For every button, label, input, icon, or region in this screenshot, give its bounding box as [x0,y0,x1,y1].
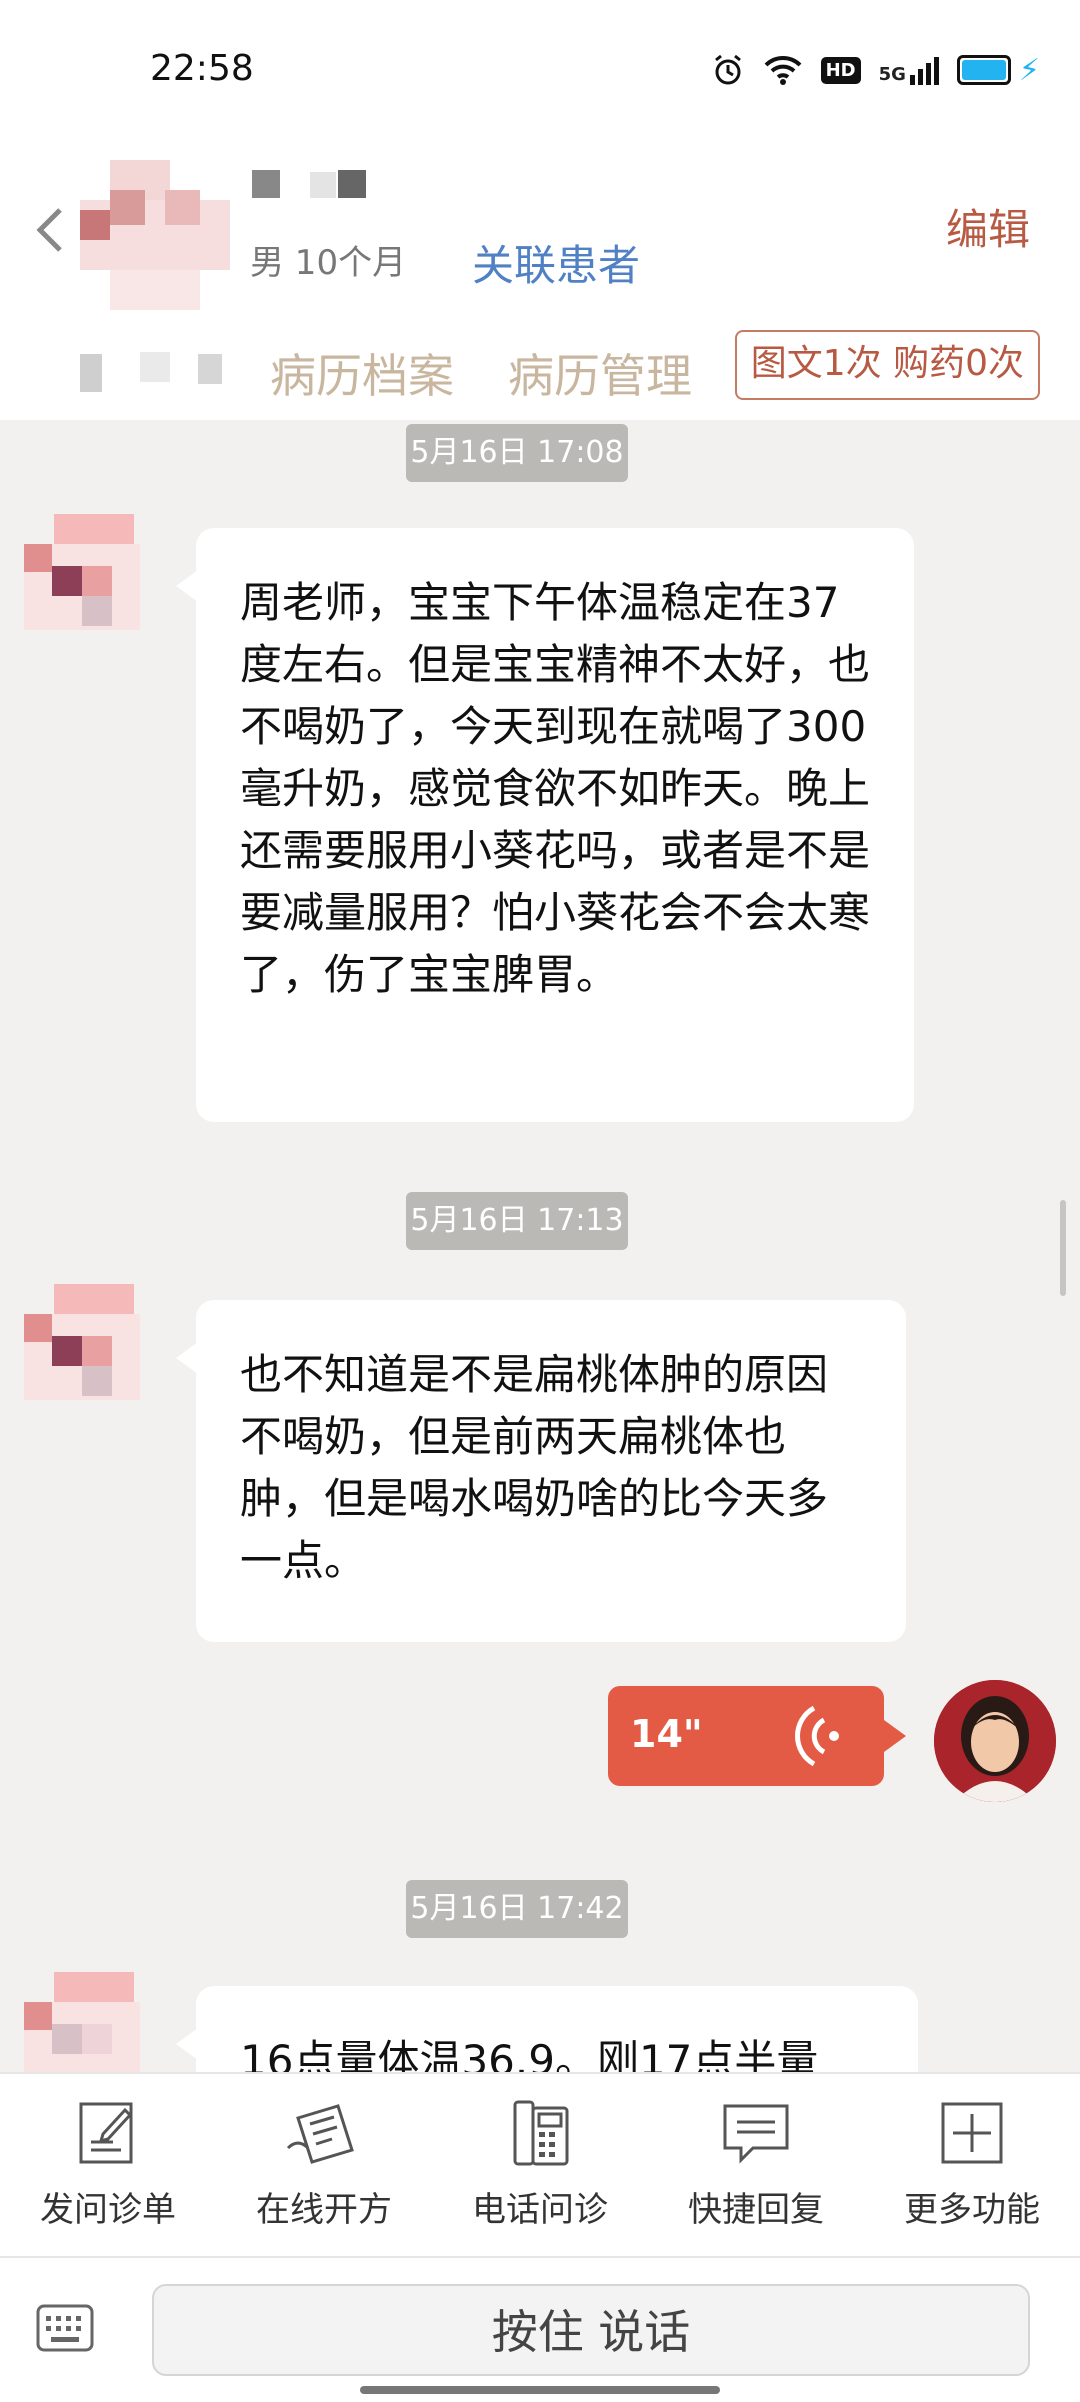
tab-records-management[interactable]: 病历管理 [508,340,692,406]
patient-avatar[interactable] [80,160,230,310]
send-questionnaire-button[interactable]: 发问诊单 [0,2098,216,2231]
patient-message-avatar[interactable] [24,514,140,630]
patient-message-bubble: 也不知道是不是扁桃体肿的原因不喝奶，但是前两天扁桃体也肿，但是喝水喝奶啥的比今天… [176,1300,906,1642]
phone-icon [513,2100,569,2166]
voice-duration: 14" [630,1712,703,1756]
phone-consult-button[interactable]: 电话问诊 [432,2098,648,2231]
signal-icon: 5G [879,55,939,85]
status-bar: 22:58 HD 5G ⚡ [0,0,1080,140]
tool-label: 在线开方 [256,2190,392,2230]
input-bar: 按住 说话 [0,2256,1080,2402]
link-patient-button[interactable]: 关联患者 [472,232,640,293]
function-toolbar: 发问诊单 在线开方 电话问诊 快捷回复 更多功能 [0,2072,1080,2258]
doctor-avatar[interactable] [934,1680,1056,1802]
back-icon[interactable] [30,200,70,260]
online-prescription-button[interactable]: 在线开方 [216,2098,432,2231]
patient-message-bubble: 周老师，宝宝下午体温稳定在37度左右。但是宝宝精神不太好，也不喝奶了，今天到现在… [176,528,914,1122]
network-type: 5G [878,64,906,85]
charging-icon: ⚡ [1018,52,1040,88]
status-time: 22:58 [150,48,254,89]
tool-label: 发问诊单 [40,2190,176,2230]
plus-box-icon [941,2102,1003,2164]
chat-header: 男 10个月 关联患者 编辑 病历档案 病历管理 图文1次 购药0次 [0,140,1080,420]
usage-badge[interactable]: 图文1次 购药0次 [734,330,1040,400]
form-edit-icon [79,2102,133,2164]
header-tabs: 病历档案 病历管理 图文1次 购药0次 [0,330,1080,410]
tab-medical-records[interactable]: 病历档案 [270,340,454,406]
patient-info: 男 10个月 [250,243,407,283]
message-timestamp: 5月16日 17:42 [406,1880,628,1938]
chat-list[interactable]: 5月16日 17:08 周老师，宝宝下午体温稳定在37度左右。但是宝宝精神不太好… [0,420,1080,2072]
hd-icon: HD [820,56,861,84]
voice-message[interactable]: 14" [608,1686,906,1786]
message-icon [723,2104,789,2164]
tab-blurred[interactable] [80,348,230,392]
battery-icon [956,55,1011,85]
home-indicator[interactable] [360,2386,720,2394]
tool-label: 快捷回复 [688,2190,824,2230]
alarm-icon [714,54,741,85]
message-timestamp: 5月16日 17:13 [406,1192,628,1250]
status-icons: HD 5G ⚡ [711,48,1040,92]
patient-name-blurred [252,170,366,198]
tool-label: 电话问诊 [472,2190,608,2230]
wifi-icon [764,55,802,85]
scrollbar-thumb[interactable] [1060,1200,1066,1296]
edit-button[interactable]: 编辑 [946,196,1030,257]
patient-message-avatar[interactable] [24,1284,140,1400]
voice-wave-icon [795,1705,839,1767]
patient-message-bubble: 16点量体温36.9。刚17点半量 [176,1986,918,2072]
prescription-icon [286,2104,354,2164]
more-functions-button[interactable]: 更多功能 [864,2098,1080,2231]
hold-to-talk-button[interactable]: 按住 说话 [152,2284,1030,2376]
tool-label: 更多功能 [904,2190,1040,2230]
keyboard-icon[interactable] [36,2304,94,2352]
patient-message-avatar[interactable] [24,1972,140,2072]
quick-reply-button[interactable]: 快捷回复 [648,2098,864,2231]
message-timestamp: 5月16日 17:08 [406,424,628,482]
